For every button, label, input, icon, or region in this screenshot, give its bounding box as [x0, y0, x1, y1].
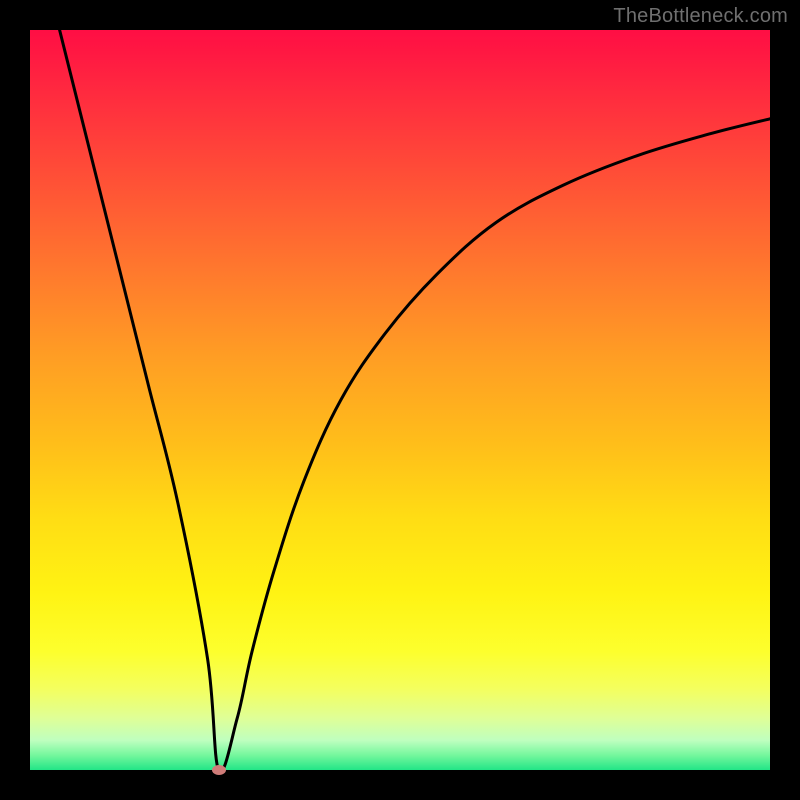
bottleneck-curve: [60, 30, 770, 770]
plot-area: [30, 30, 770, 770]
curve-svg: [30, 30, 770, 770]
minimum-marker: [212, 765, 226, 775]
attribution-text: TheBottleneck.com: [613, 5, 788, 28]
chart-frame: TheBottleneck.com: [0, 0, 800, 800]
